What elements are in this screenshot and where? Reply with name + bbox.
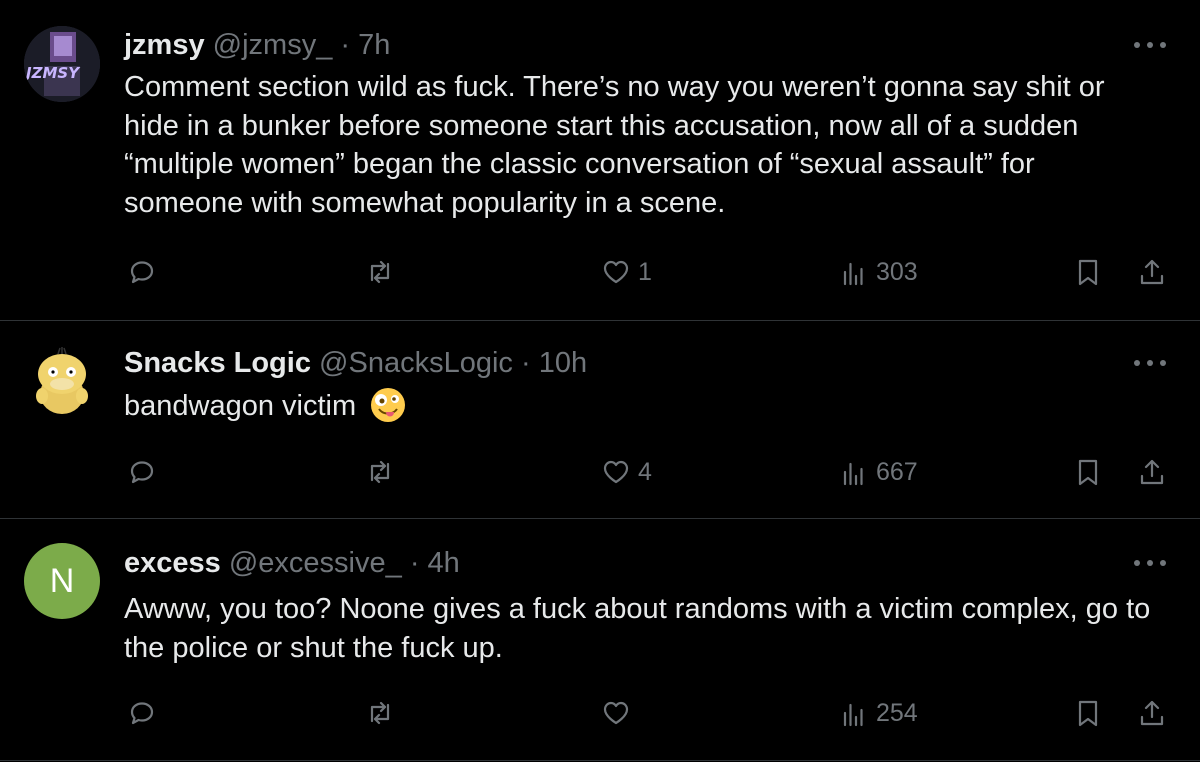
share-icon: [1140, 259, 1164, 285]
views-button[interactable]: 303: [838, 252, 918, 292]
reply-icon: [130, 461, 154, 484]
tweet-header: excess @excessive_ · 4h: [124, 545, 460, 581]
divider: [0, 760, 1200, 761]
tweet-header: jzmsy @jzmsy_ · 7h: [124, 27, 390, 63]
tweet[interactable]: JZMSY jzmsy @jzmsy_ · 7h Comment section…: [0, 0, 1200, 320]
retweet-icon: [370, 260, 390, 284]
bookmark-button[interactable]: [1072, 693, 1104, 733]
user-handle[interactable]: @SnacksLogic: [319, 347, 513, 379]
view-count: 303: [876, 257, 918, 286]
display-name[interactable]: excess: [124, 547, 221, 579]
bookmark-icon: [1078, 700, 1098, 727]
reply-icon: [130, 261, 154, 284]
avatar-letter: N: [49, 561, 75, 600]
action-bar: 1 303: [0, 252, 1200, 292]
like-icon: [603, 460, 629, 484]
more-icon[interactable]: [1132, 552, 1168, 572]
tweet-header: Snacks Logic @SnacksLogic · 10h: [124, 345, 587, 381]
tweet-text-container: bandwagon victim: [124, 387, 1154, 426]
avatar[interactable]: [24, 344, 100, 420]
display-name[interactable]: Snacks Logic: [124, 347, 311, 379]
more-icon[interactable]: [1132, 352, 1168, 372]
share-icon: [1140, 700, 1164, 726]
retweet-button[interactable]: [364, 693, 402, 733]
like-button[interactable]: 1: [600, 252, 652, 292]
timestamp[interactable]: 7h: [358, 29, 390, 61]
bookmark-button[interactable]: [1072, 252, 1104, 292]
views-button[interactable]: 667: [838, 452, 918, 492]
view-count: 254: [876, 698, 918, 727]
tweet[interactable]: N excess @excessive_ · 4h Awww, you too?…: [0, 519, 1200, 762]
reply-button[interactable]: [126, 693, 164, 733]
views-icon: [843, 462, 863, 486]
bookmark-icon: [1078, 459, 1098, 486]
action-bar: 4 667: [0, 452, 1200, 492]
tweet[interactable]: Snacks Logic @SnacksLogic · 10h bandwago…: [0, 321, 1200, 518]
retweet-button[interactable]: [364, 252, 402, 292]
zany-face-emoji-icon: [371, 388, 406, 422]
like-icon: [603, 260, 629, 284]
share-button[interactable]: [1136, 693, 1168, 733]
share-button[interactable]: [1136, 452, 1168, 492]
like-button[interactable]: 4: [600, 452, 652, 492]
tweet-text: Comment section wild as fuck. There’s no…: [124, 71, 1105, 219]
views-icon: [843, 703, 863, 727]
reply-icon: [130, 702, 154, 725]
avatar[interactable]: JZMSY: [24, 26, 100, 102]
avatar[interactable]: N: [24, 543, 100, 619]
bookmark-icon: [1078, 259, 1098, 286]
tweet-text: Awww, you too? Noone gives a fuck about …: [124, 593, 1151, 664]
like-count: 4: [638, 457, 652, 486]
reply-button[interactable]: [126, 452, 164, 492]
display-name[interactable]: jzmsy: [124, 29, 205, 61]
like-count: 1: [638, 257, 652, 286]
like-icon: [603, 701, 629, 725]
timestamp[interactable]: 4h: [428, 547, 460, 579]
retweet-icon: [370, 460, 390, 484]
separator-dot: ·: [340, 29, 351, 61]
like-button[interactable]: [600, 693, 638, 733]
avatar-image: JZMSY: [24, 26, 100, 102]
psyduck-avatar-image: [24, 344, 100, 420]
separator-dot: ·: [520, 347, 531, 379]
separator-dot: ·: [409, 547, 420, 579]
view-count: 667: [876, 457, 918, 486]
action-bar: 254: [0, 693, 1200, 733]
user-handle[interactable]: @jzmsy_: [213, 29, 333, 61]
share-button[interactable]: [1136, 252, 1168, 292]
timestamp[interactable]: 10h: [539, 347, 587, 379]
retweet-icon: [370, 701, 390, 725]
tweet-text: bandwagon victim: [124, 390, 357, 422]
avatar-logo-text: JZMSY: [24, 64, 81, 82]
retweet-button[interactable]: [364, 452, 402, 492]
reply-button[interactable]: [126, 252, 164, 292]
views-button[interactable]: 254: [838, 693, 918, 733]
share-icon: [1140, 459, 1164, 485]
user-handle[interactable]: @excessive_: [229, 547, 402, 579]
more-icon[interactable]: [1132, 34, 1168, 54]
bookmark-button[interactable]: [1072, 452, 1104, 492]
views-icon: [843, 262, 863, 286]
